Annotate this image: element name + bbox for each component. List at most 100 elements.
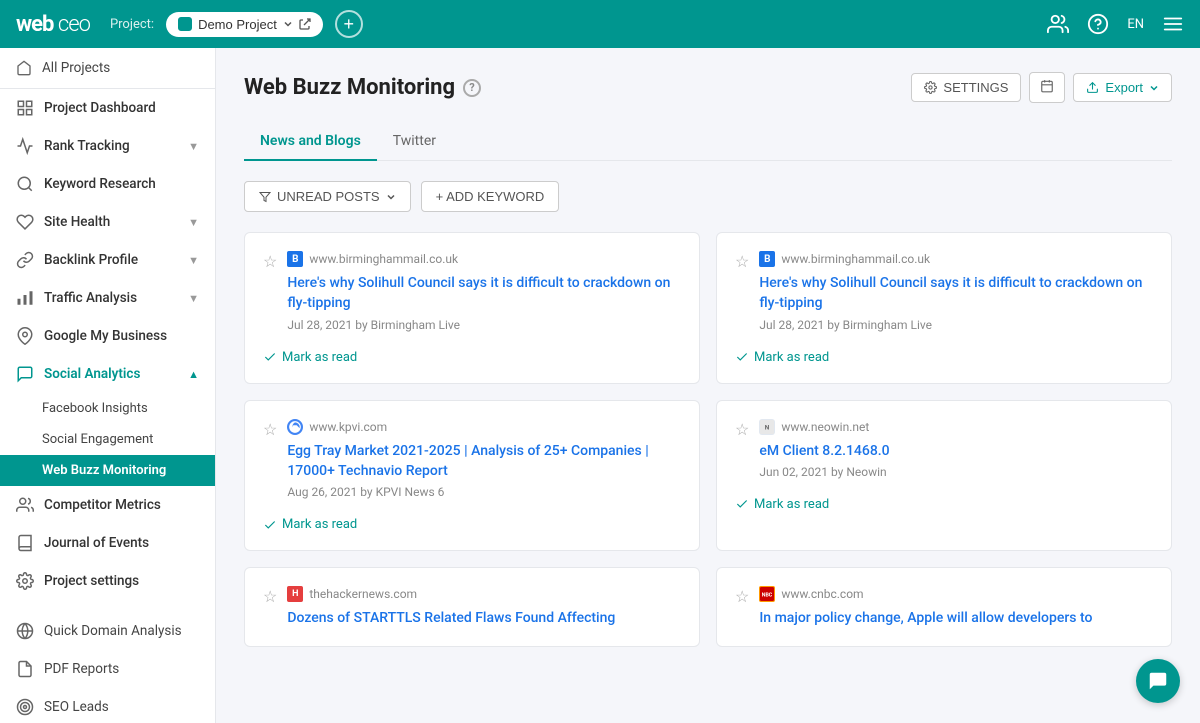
project-label: Project: [110, 17, 154, 32]
chevron-icon: ▼ [188, 216, 199, 229]
social-analytics-label: Social Analytics [44, 366, 140, 382]
article-header: ☆ NBC www.cnbc.com In major policy chang… [735, 586, 1153, 628]
help-circle-icon[interactable]: ? [463, 79, 481, 97]
topnav: web ceo Project: Demo Project + EN [0, 0, 1200, 48]
sidebar-item-all-projects[interactable]: All Projects [0, 48, 215, 89]
add-keyword-button[interactable]: + ADD KEYWORD [421, 181, 560, 212]
sidebar-item-seo-leads[interactable]: SEO Leads [0, 688, 215, 723]
users-icon[interactable] [1047, 13, 1069, 35]
article-meta: Jun 02, 2021 by Neowin [759, 465, 889, 479]
article-card: ☆ B www.birminghammail.co.uk Here's why … [716, 232, 1172, 384]
article-title[interactable]: Here's why Solihull Council says it is d… [759, 273, 1153, 314]
book-icon [16, 534, 34, 552]
external-link-icon [299, 18, 311, 30]
chevron-icon: ▼ [188, 292, 199, 305]
globe-icon [16, 622, 34, 640]
users-icon [16, 496, 34, 514]
star-icon[interactable]: ☆ [735, 587, 749, 606]
sidebar-item-rank-tracking[interactable]: Rank Tracking ▼ [0, 127, 215, 165]
sidebar-item-backlink-profile[interactable]: Backlink Profile ▼ [0, 241, 215, 279]
star-icon[interactable]: ☆ [263, 420, 277, 439]
sidebar-item-social-analytics[interactable]: Social Analytics ▲ [0, 355, 215, 393]
sidebar-subitem-web-buzz-monitoring[interactable]: Web Buzz Monitoring [0, 455, 215, 486]
article-source: H thehackernews.com [287, 586, 615, 602]
article-source: www.kpvi.com [287, 419, 681, 435]
mark-as-read-button[interactable]: Mark as read [263, 517, 681, 532]
check-icon [263, 518, 277, 532]
article-card: ☆ B www.birminghammail.co.uk Here's why … [244, 232, 700, 384]
gear-icon [924, 81, 937, 94]
sidebar-item-quick-domain-analysis[interactable]: Quick Domain Analysis [0, 612, 215, 650]
quick-domain-analysis-label: Quick Domain Analysis [44, 623, 182, 639]
mark-as-read-button[interactable]: Mark as read [263, 350, 681, 365]
article-meta: Aug 26, 2021 by KPVI News 6 [287, 485, 681, 499]
mark-as-read-button[interactable]: Mark as read [735, 497, 1153, 512]
add-keyword-label: + ADD KEYWORD [436, 189, 545, 204]
help-icon[interactable] [1087, 13, 1109, 35]
mark-as-read-button[interactable]: Mark as read [735, 350, 1153, 365]
star-icon[interactable]: ☆ [735, 420, 749, 439]
keyword-research-label: Keyword Research [44, 176, 156, 192]
sidebar-subitem-facebook-insights[interactable]: Facebook Insights [0, 393, 215, 424]
article-source: NBC www.cnbc.com [759, 586, 1092, 602]
article-title[interactable]: eM Client 8.2.1468.0 [759, 441, 889, 461]
page-title: Web Buzz Monitoring ? [244, 75, 481, 100]
sidebar-item-google-my-business[interactable]: Google My Business [0, 317, 215, 355]
sidebar-item-competitor-metrics[interactable]: Competitor Metrics [0, 486, 215, 524]
tab-news-blogs[interactable]: News and Blogs [244, 123, 377, 161]
source-favicon [287, 419, 303, 435]
article-title[interactable]: Dozens of STARTTLS Related Flaws Found A… [287, 608, 615, 628]
page-header: Web Buzz Monitoring ? SETTINGS Export [244, 72, 1172, 103]
filter-icon [259, 191, 271, 203]
google-my-business-label: Google My Business [44, 328, 167, 344]
filter-bar: UNREAD POSTS + ADD KEYWORD [244, 181, 1172, 212]
language-selector[interactable]: EN [1127, 17, 1144, 32]
source-favicon: NBC [759, 586, 775, 602]
sidebar-subitem-social-engagement[interactable]: Social Engagement [0, 424, 215, 455]
unread-posts-filter[interactable]: UNREAD POSTS [244, 181, 411, 212]
logo: web ceo [16, 12, 90, 37]
sidebar-item-project-dashboard[interactable]: Project Dashboard [0, 89, 215, 127]
sidebar-item-site-health[interactable]: Site Health ▼ [0, 203, 215, 241]
settings-icon [16, 572, 34, 590]
sidebar-item-traffic-analysis[interactable]: Traffic Analysis ▼ [0, 279, 215, 317]
star-icon[interactable]: ☆ [263, 587, 277, 606]
star-icon[interactable]: ☆ [735, 252, 749, 271]
calendar-button[interactable] [1029, 72, 1065, 103]
article-card: ☆ H thehackernews.com Dozens of STARTTLS… [244, 567, 700, 647]
article-header: ☆ www.kpvi.com Egg Tray Market 2021-2025… [263, 419, 681, 500]
article-title[interactable]: Egg Tray Market 2021-2025 | Analysis of … [287, 441, 681, 482]
sidebar: All Projects Project Dashboard Rank Trac… [0, 48, 216, 723]
article-title[interactable]: In major policy change, Apple will allow… [759, 608, 1092, 628]
sidebar-item-journal-of-events[interactable]: Journal of Events [0, 524, 215, 562]
sidebar-item-keyword-research[interactable]: Keyword Research [0, 165, 215, 203]
article-card: ☆ www.kpvi.com Egg Tray Market 2021-2025… [244, 400, 700, 552]
article-title[interactable]: Here's why Solihull Council says it is d… [287, 273, 681, 314]
chat-button[interactable] [1136, 659, 1180, 703]
settings-button[interactable]: SETTINGS [911, 73, 1021, 102]
article-source: N www.neowin.net [759, 419, 889, 435]
menu-icon[interactable] [1162, 13, 1184, 35]
chevron-down-icon [386, 192, 396, 202]
chevron-icon: ▼ [188, 140, 199, 153]
source-favicon: B [759, 251, 775, 267]
filter-label: UNREAD POSTS [277, 189, 380, 204]
add-project-button[interactable]: + [335, 10, 363, 38]
tabs: News and Blogs Twitter [244, 123, 1172, 161]
sidebar-item-pdf-reports[interactable]: PDF Reports [0, 650, 215, 688]
header-actions: SETTINGS Export [911, 72, 1172, 103]
tab-twitter[interactable]: Twitter [377, 123, 452, 161]
map-pin-icon [16, 327, 34, 345]
main-content: Web Buzz Monitoring ? SETTINGS Export [216, 48, 1200, 723]
sidebar-item-project-settings[interactable]: Project settings [0, 562, 215, 600]
backlink-profile-label: Backlink Profile [44, 252, 138, 268]
star-icon[interactable]: ☆ [263, 252, 277, 271]
export-button[interactable]: Export [1073, 73, 1172, 102]
source-favicon: N [759, 419, 775, 435]
check-icon [735, 497, 749, 511]
project-selector[interactable]: Demo Project [166, 12, 323, 37]
site-health-label: Site Health [44, 214, 110, 230]
article-header: ☆ N www.neowin.net eM Client 8.2.1468.0 … [735, 419, 1153, 479]
articles-grid: ☆ B www.birminghammail.co.uk Here's why … [244, 232, 1172, 647]
article-header: ☆ B www.birminghammail.co.uk Here's why … [263, 251, 681, 332]
